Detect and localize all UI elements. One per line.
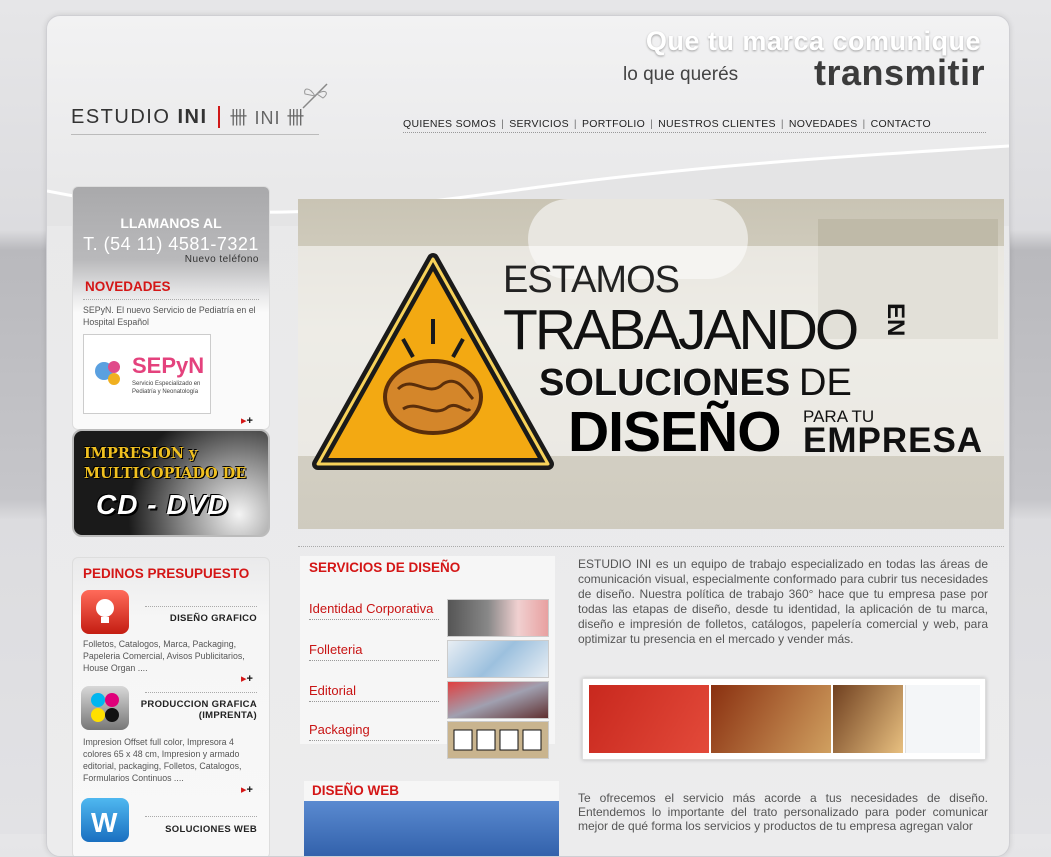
- nav-portfolio[interactable]: PORTFOLIO: [582, 118, 645, 130]
- nav-quienes-somos[interactable]: QUIENES SOMOS: [403, 118, 496, 130]
- sepyn-sub1: Servicio Especializado en: [132, 381, 201, 387]
- nav-clientes[interactable]: NUESTROS CLIENTES: [658, 118, 776, 130]
- cd-line3: CD - DVD: [96, 489, 229, 520]
- sepyn-sub2: Pediatría y Neonatología: [132, 389, 199, 395]
- novedades-title: NOVEDADES: [85, 279, 171, 294]
- presupuesto-title: PEDINOS PRESUPUESTO: [83, 566, 250, 581]
- diseno-grafico-link[interactable]: DISEÑO GRAFICO: [133, 613, 257, 624]
- produccion-grafica-desc: Impresion Offset full color, Impresora 4…: [83, 737, 242, 783]
- logo-underline: [71, 134, 319, 135]
- dragonfly-icon: [302, 83, 328, 109]
- banner-word-empresa: EMPRESA: [803, 421, 984, 460]
- cd-line1: IMPRESION y: [84, 445, 198, 462]
- call-title: LLAMANOS AL: [120, 215, 222, 231]
- web-text: Te ofrecemos el servicio más acorde a tu…: [578, 791, 988, 833]
- packaging-thumbnail[interactable]: [447, 721, 549, 759]
- banner-word-en: EN: [882, 303, 909, 337]
- presupuesto-box: PEDINOS PRESUPUESTO DISEÑO GRAFICO Folle…: [72, 557, 270, 856]
- nav-novedades[interactable]: NOVEDADES: [789, 118, 858, 130]
- diseno-grafico-desc: Folletos, Catalogos, Marca, Packaging, P…: [83, 639, 245, 673]
- logo-text: ESTUDIO INI: [71, 105, 208, 128]
- identidad-thumbnail[interactable]: [447, 599, 549, 637]
- service-folleteria-link[interactable]: Folleteria: [309, 642, 439, 661]
- hero-banner[interactable]: ESTAMOS TRABAJANDO EN SOLUCIONES DE DISE…: [298, 199, 1004, 529]
- logo-separator: [217, 106, 220, 128]
- banner-word-trabajando: TRABAJANDO: [503, 298, 859, 362]
- phone-note: Nuevo teléfono: [184, 254, 259, 265]
- novedades-text[interactable]: SEPyN. El nuevo Servicio de Pediatría en…: [83, 304, 263, 328]
- cd-line2: MULTICOPIADO DE: [84, 465, 247, 482]
- hands-icon: [95, 361, 120, 385]
- contact-box: LLAMANOS AL T. (54 11) 4581-7321 Nuevo t…: [72, 186, 270, 430]
- nav-servicios[interactable]: SERVICIOS: [509, 118, 569, 130]
- sepyn-logo-text: SEPyN: [132, 353, 205, 378]
- cd-dvd-promo-banner[interactable]: IMPRESION y MULTICOPIADO DE CD - DVD: [72, 429, 270, 537]
- banner-word-diseno: DISEÑO: [568, 400, 782, 464]
- soluciones-web-link[interactable]: SOLUCIONES WEB: [133, 824, 257, 835]
- web-title: DISEÑO WEB: [312, 783, 400, 798]
- editorial-thumbnail[interactable]: [447, 681, 549, 719]
- banner-divider: [298, 546, 1004, 547]
- services-box: SERVICIOS DE DISEÑO Identidad Corporativ…: [300, 556, 555, 759]
- packaging-symbols-icon: [453, 729, 542, 751]
- web-design-thumbnail[interactable]: [304, 801, 559, 856]
- services-title: SERVICIOS DE DISEÑO: [309, 560, 461, 575]
- service-editorial-link[interactable]: Editorial: [309, 683, 439, 702]
- folleteria-thumbnail[interactable]: [447, 640, 549, 678]
- service-identidad-link[interactable]: Identidad Corporativa: [309, 601, 439, 620]
- nav-divider: [403, 132, 986, 133]
- novedades-divider: [83, 299, 259, 300]
- novedades-more-button[interactable]: ▸+: [241, 414, 253, 427]
- nav-contacto[interactable]: CONTACTO: [871, 118, 931, 130]
- web-w3-icon[interactable]: W: [81, 798, 129, 842]
- portfolio-screens-image[interactable]: [582, 678, 986, 760]
- banner-word-de: DE: [799, 362, 852, 404]
- sepyn-logo-image[interactable]: SEPyN Servicio Especializado en Pediatrí…: [83, 334, 211, 414]
- phone-number[interactable]: T. (54 11) 4581-7321: [73, 234, 269, 255]
- banner-word-estamos: ESTAMOS: [503, 259, 680, 301]
- slogan-line2: lo que querés: [623, 64, 739, 85]
- about-text: ESTUDIO INI es un equipo de trabajo espe…: [578, 557, 988, 646]
- slogan-line3: transmitir: [813, 52, 985, 93]
- produccion-grafica-link[interactable]: PRODUCCION GRAFICA (IMPRENTA): [133, 699, 257, 721]
- page-container: Que tu marca comunique lo que querés tra…: [46, 15, 1010, 857]
- diseno-grafico-more-button[interactable]: ▸+: [241, 672, 253, 685]
- lightbulb-icon[interactable]: [81, 590, 129, 634]
- produccion-grafica-more-button[interactable]: ▸+: [241, 783, 253, 796]
- web-design-box: DISEÑO WEB: [304, 781, 559, 856]
- logo[interactable]: ESTUDIO INI 卌 INI 卌: [71, 83, 328, 130]
- service-packaging-link[interactable]: Packaging: [309, 722, 439, 741]
- logo-marks: 卌 INI 卌: [229, 108, 306, 128]
- main-nav: QUIENES SOMOS | SERVICIOS | PORTFOLIO | NUESTR…: [403, 118, 931, 130]
- svg-text:W: W: [91, 807, 118, 838]
- cmyk-icon[interactable]: [81, 686, 129, 730]
